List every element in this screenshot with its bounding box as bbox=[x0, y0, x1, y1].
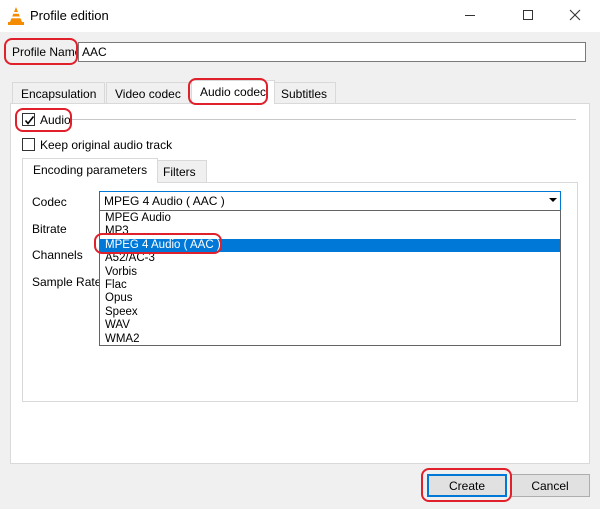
codec-option-vorbis[interactable]: Vorbis bbox=[100, 266, 560, 279]
window-title: Profile edition bbox=[30, 8, 109, 23]
keep-original-audio-checkbox[interactable] bbox=[22, 138, 35, 151]
codec-option-aac[interactable]: MPEG 4 Audio ( AAC ) bbox=[100, 238, 560, 253]
tab-filters[interactable]: Filters bbox=[152, 160, 207, 182]
codec-option-mp3[interactable]: MP3 bbox=[100, 225, 560, 238]
codec-option-a52[interactable]: A52/AC-3 bbox=[100, 252, 560, 265]
tab-audio-codec[interactable]: Audio codec bbox=[191, 80, 276, 104]
profile-name-label: Profile Name bbox=[12, 45, 82, 59]
tab-video-codec[interactable]: Video codec bbox=[106, 82, 190, 103]
codec-option-mpeg-audio[interactable]: MPEG Audio bbox=[100, 212, 560, 225]
channels-label: Channels bbox=[32, 248, 83, 262]
sample-rate-label: Sample Rate bbox=[32, 275, 102, 289]
vlc-cone-icon bbox=[8, 7, 24, 25]
maximize-icon[interactable] bbox=[513, 4, 543, 26]
codec-dropdown-list: MPEG Audio MP3 MPEG 4 Audio ( AAC ) A52/… bbox=[99, 210, 561, 346]
profile-name-input[interactable]: AAC bbox=[78, 42, 586, 62]
codec-option-wav[interactable]: WAV bbox=[100, 319, 560, 332]
chevron-down-icon[interactable] bbox=[546, 193, 560, 207]
tab-encapsulation[interactable]: Encapsulation bbox=[12, 82, 106, 103]
audio-group-divider bbox=[72, 119, 576, 120]
audio-checkbox-label: Audio bbox=[40, 113, 71, 127]
codec-option-speex[interactable]: Speex bbox=[100, 306, 560, 319]
codec-option-opus[interactable]: Opus bbox=[100, 292, 560, 305]
codec-option-wma2[interactable]: WMA2 bbox=[100, 333, 560, 346]
tab-encoding-parameters[interactable]: Encoding parameters bbox=[22, 158, 159, 183]
cancel-button[interactable]: Cancel bbox=[510, 474, 590, 497]
tab-subtitles[interactable]: Subtitles bbox=[272, 82, 337, 103]
create-button[interactable]: Create bbox=[427, 474, 507, 497]
keep-original-audio-label: Keep original audio track bbox=[40, 138, 173, 152]
minimize-icon[interactable] bbox=[455, 4, 485, 26]
bitrate-label: Bitrate bbox=[32, 222, 67, 236]
close-icon[interactable] bbox=[560, 4, 590, 26]
codec-option-flac[interactable]: Flac bbox=[100, 279, 560, 292]
codec-select[interactable]: MPEG 4 Audio ( AAC ) bbox=[99, 191, 561, 211]
codec-label: Codec bbox=[32, 195, 67, 209]
checkmark-icon bbox=[24, 116, 35, 125]
audio-checkbox[interactable] bbox=[22, 113, 35, 126]
